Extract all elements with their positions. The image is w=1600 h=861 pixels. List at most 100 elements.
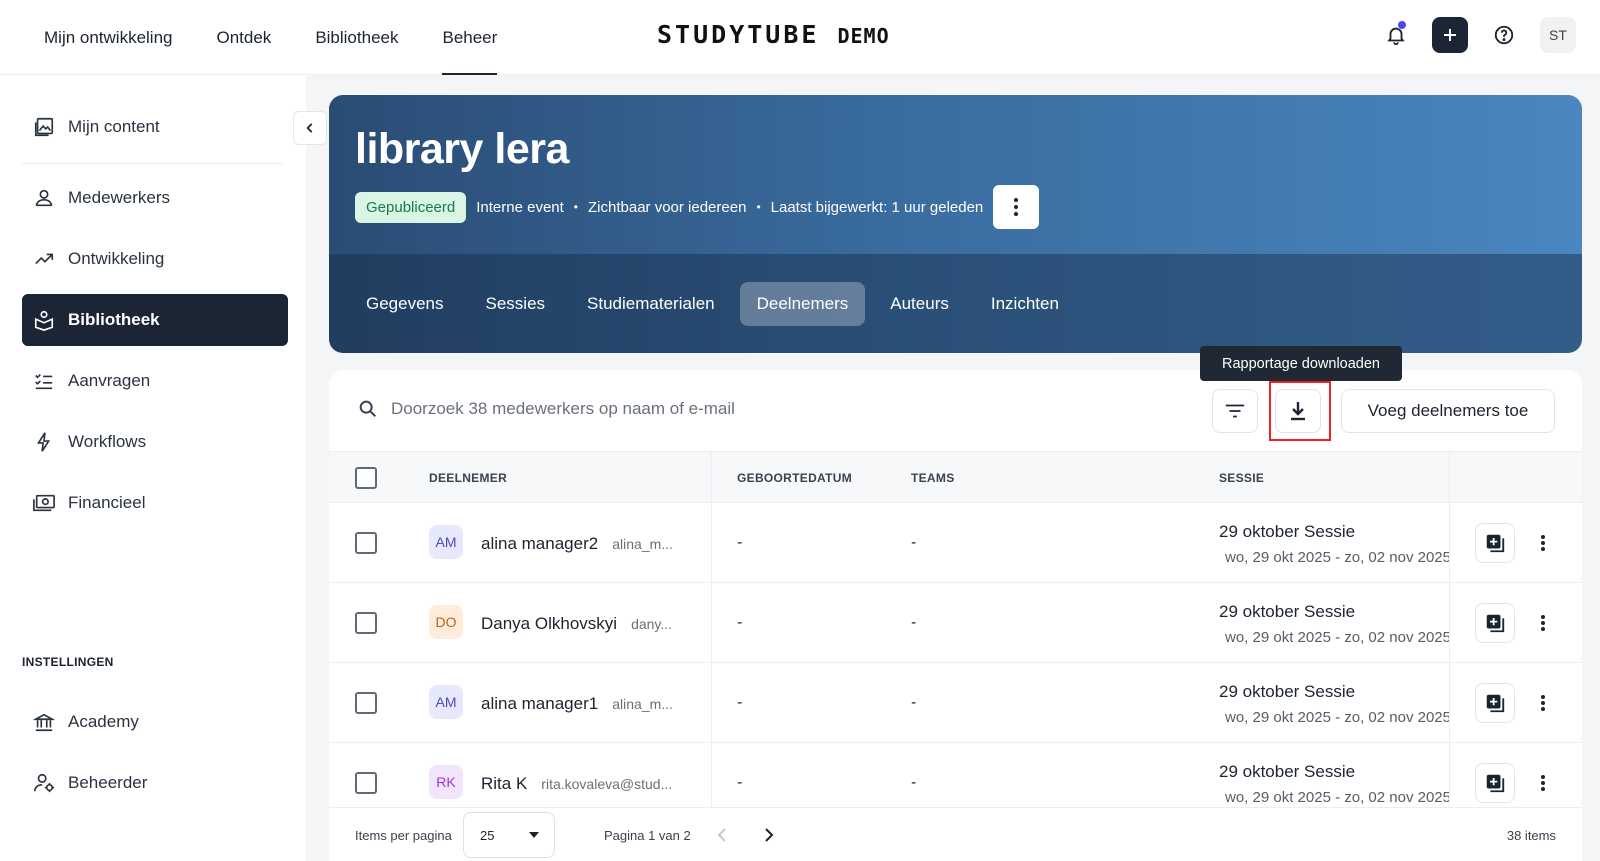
plus-icon: [1444, 29, 1456, 41]
column-divider: [711, 583, 712, 662]
row-actions: [1449, 503, 1582, 582]
filter-button[interactable]: [1212, 389, 1258, 433]
sidebar-item-label: Medewerkers: [68, 188, 171, 207]
filter-icon: [1225, 404, 1245, 418]
bolt-icon: [32, 430, 56, 454]
nav-mijn-ontwikkeling[interactable]: Mijn ontwikkeling: [22, 0, 195, 75]
help-button[interactable]: [1486, 17, 1522, 53]
nav-ontdek[interactable]: Ontdek: [195, 0, 294, 75]
create-button[interactable]: [1432, 17, 1468, 53]
tab-inzichten[interactable]: Inzichten: [974, 282, 1076, 326]
select-all-checkbox[interactable]: [355, 467, 377, 489]
add-to-session-button[interactable]: [1475, 603, 1515, 643]
user-avatar[interactable]: ST: [1540, 17, 1576, 53]
add-to-session-button[interactable]: [1475, 523, 1515, 563]
more-vertical-icon: [1541, 615, 1545, 631]
session-dates-text: wo, 29 okt 2025 - zo, 02 nov 2025: [1225, 789, 1449, 806]
table-row[interactable]: AM alina manager1 alina_m... - - 29 oktob…: [329, 663, 1582, 743]
participant-email: rita.kovaleva@stud...: [541, 776, 673, 792]
add-participants-button[interactable]: Voeg deelnemers toe: [1341, 389, 1555, 433]
next-page-button[interactable]: [758, 824, 780, 846]
pagination-bar: Items per pagina 25 Pagina 1 van 2 38 it…: [329, 807, 1582, 861]
top-actions: ST: [1378, 17, 1576, 53]
row-more-button[interactable]: [1529, 689, 1557, 717]
row-checkbox[interactable]: [355, 612, 377, 634]
avatar: AM: [429, 525, 463, 559]
participant-name[interactable]: alina manager1 alina_m...: [481, 694, 673, 714]
status-badge: Gepubliceerd: [355, 191, 467, 223]
sidebar-item-academy[interactable]: Academy: [22, 696, 288, 748]
event-visibility: Zichtbaar voor iedereen: [588, 198, 747, 216]
library-icon: [32, 308, 56, 332]
row-checkbox[interactable]: [355, 532, 377, 554]
participant-email: alina_m...: [612, 536, 673, 552]
chevron-left-icon: [717, 828, 726, 842]
row-more-button[interactable]: [1529, 769, 1557, 797]
tab-sessies[interactable]: Sessies: [469, 282, 563, 326]
tab-studiematerialen[interactable]: Studiematerialen: [570, 282, 732, 326]
column-divider: [1449, 452, 1450, 502]
add-to-session-button[interactable]: [1475, 683, 1515, 723]
sidebar-item-bibliotheek[interactable]: Bibliotheek: [22, 294, 288, 346]
row-checkbox[interactable]: [355, 772, 377, 794]
more-vertical-icon: [1541, 695, 1545, 711]
column-header-sessie[interactable]: SESSIE: [1219, 471, 1264, 485]
sidebar-item-aanvragen[interactable]: Aanvragen: [22, 355, 288, 407]
notifications-button[interactable]: [1378, 17, 1414, 53]
logo-demo: DEMO: [837, 24, 890, 48]
teams-cell: -: [911, 614, 917, 631]
more-vertical-icon: [1541, 775, 1545, 791]
add-to-session-button[interactable]: [1475, 763, 1515, 803]
add-box-icon: [1486, 614, 1505, 633]
event-header: library lera Gepubliceerd Interne event …: [329, 95, 1582, 353]
table-row[interactable]: DO Danya Olkhovskyi dany... - - 29 oktobe…: [329, 583, 1582, 663]
items-per-page-select[interactable]: 25: [463, 812, 555, 858]
column-divider: [711, 452, 712, 502]
search-icon: [359, 400, 377, 418]
session-name: 29 oktober Sessie: [1219, 602, 1356, 621]
column-header-teams[interactable]: TEAMS: [911, 471, 955, 485]
row-checkbox[interactable]: [355, 692, 377, 714]
sidebar-item-label: Bibliotheek: [68, 310, 160, 329]
teams-cell: -: [911, 534, 917, 551]
total-items: 38 items: [1506, 828, 1556, 843]
sidebar-item-mijn-content[interactable]: Mijn content: [22, 101, 288, 153]
avatar: DO: [429, 605, 463, 639]
sidebar-item-beheerder[interactable]: Beheerder: [22, 757, 288, 809]
column-header-geboortedatum[interactable]: GEBOORTEDATUM: [737, 471, 852, 485]
collapse-sidebar-button[interactable]: [293, 111, 327, 145]
participant-name-text: alina manager2: [481, 534, 599, 553]
row-more-button[interactable]: [1529, 529, 1557, 557]
participant-name[interactable]: Rita K rita.kovaleva@stud...: [481, 774, 672, 794]
row-more-button[interactable]: [1529, 609, 1557, 637]
event-more-button[interactable]: [993, 185, 1040, 229]
sidebar-item-financieel[interactable]: Financieel: [22, 477, 288, 529]
sidebar-item-label: Mijn content: [68, 117, 160, 136]
sidebar-item-label: Academy: [68, 712, 139, 731]
download-tooltip: Rapportage downloaden: [1200, 346, 1402, 381]
nav-beheer[interactable]: Beheer: [420, 0, 519, 75]
tab-deelnemers[interactable]: Deelnemers: [739, 281, 866, 326]
sidebar-item-medewerkers[interactable]: Medewerkers: [22, 172, 288, 224]
participant-name[interactable]: alina manager2 alina_m...: [481, 534, 673, 554]
previous-page-button[interactable]: [711, 824, 733, 846]
highlight-outline: [1269, 381, 1331, 441]
add-box-icon: [1486, 694, 1505, 713]
search-input[interactable]: [391, 399, 991, 419]
logo[interactable]: STUDYTUBE DEMO: [657, 20, 890, 52]
participant-name[interactable]: Danya Olkhovskyi dany...: [481, 614, 672, 634]
sidebar-item-workflows[interactable]: Workflows: [22, 416, 288, 468]
row-actions: [1449, 663, 1582, 742]
column-header-deelnemer[interactable]: DEELNEMER: [429, 471, 507, 485]
table-row[interactable]: AM alina manager2 alina_m... - - 29 oktob…: [329, 503, 1582, 583]
items-per-page-value: 25: [480, 827, 495, 843]
nav-bibliotheek[interactable]: Bibliotheek: [293, 0, 420, 75]
tab-auteurs[interactable]: Auteurs: [873, 282, 966, 326]
tab-gegevens[interactable]: Gegevens: [349, 282, 461, 326]
event-meta: Gepubliceerd Interne event • Zichtbaar v…: [355, 185, 1040, 229]
notification-dot: [1398, 21, 1406, 29]
sidebar-item-ontwikkeling[interactable]: Ontwikkeling: [22, 233, 288, 285]
sidebar: Mijn content Medewerkers Ontwikkeling Bi…: [0, 75, 306, 861]
session-dates-text: wo, 29 okt 2025 - zo, 02 nov 2025: [1225, 549, 1449, 566]
caret-down-icon: [529, 832, 539, 838]
